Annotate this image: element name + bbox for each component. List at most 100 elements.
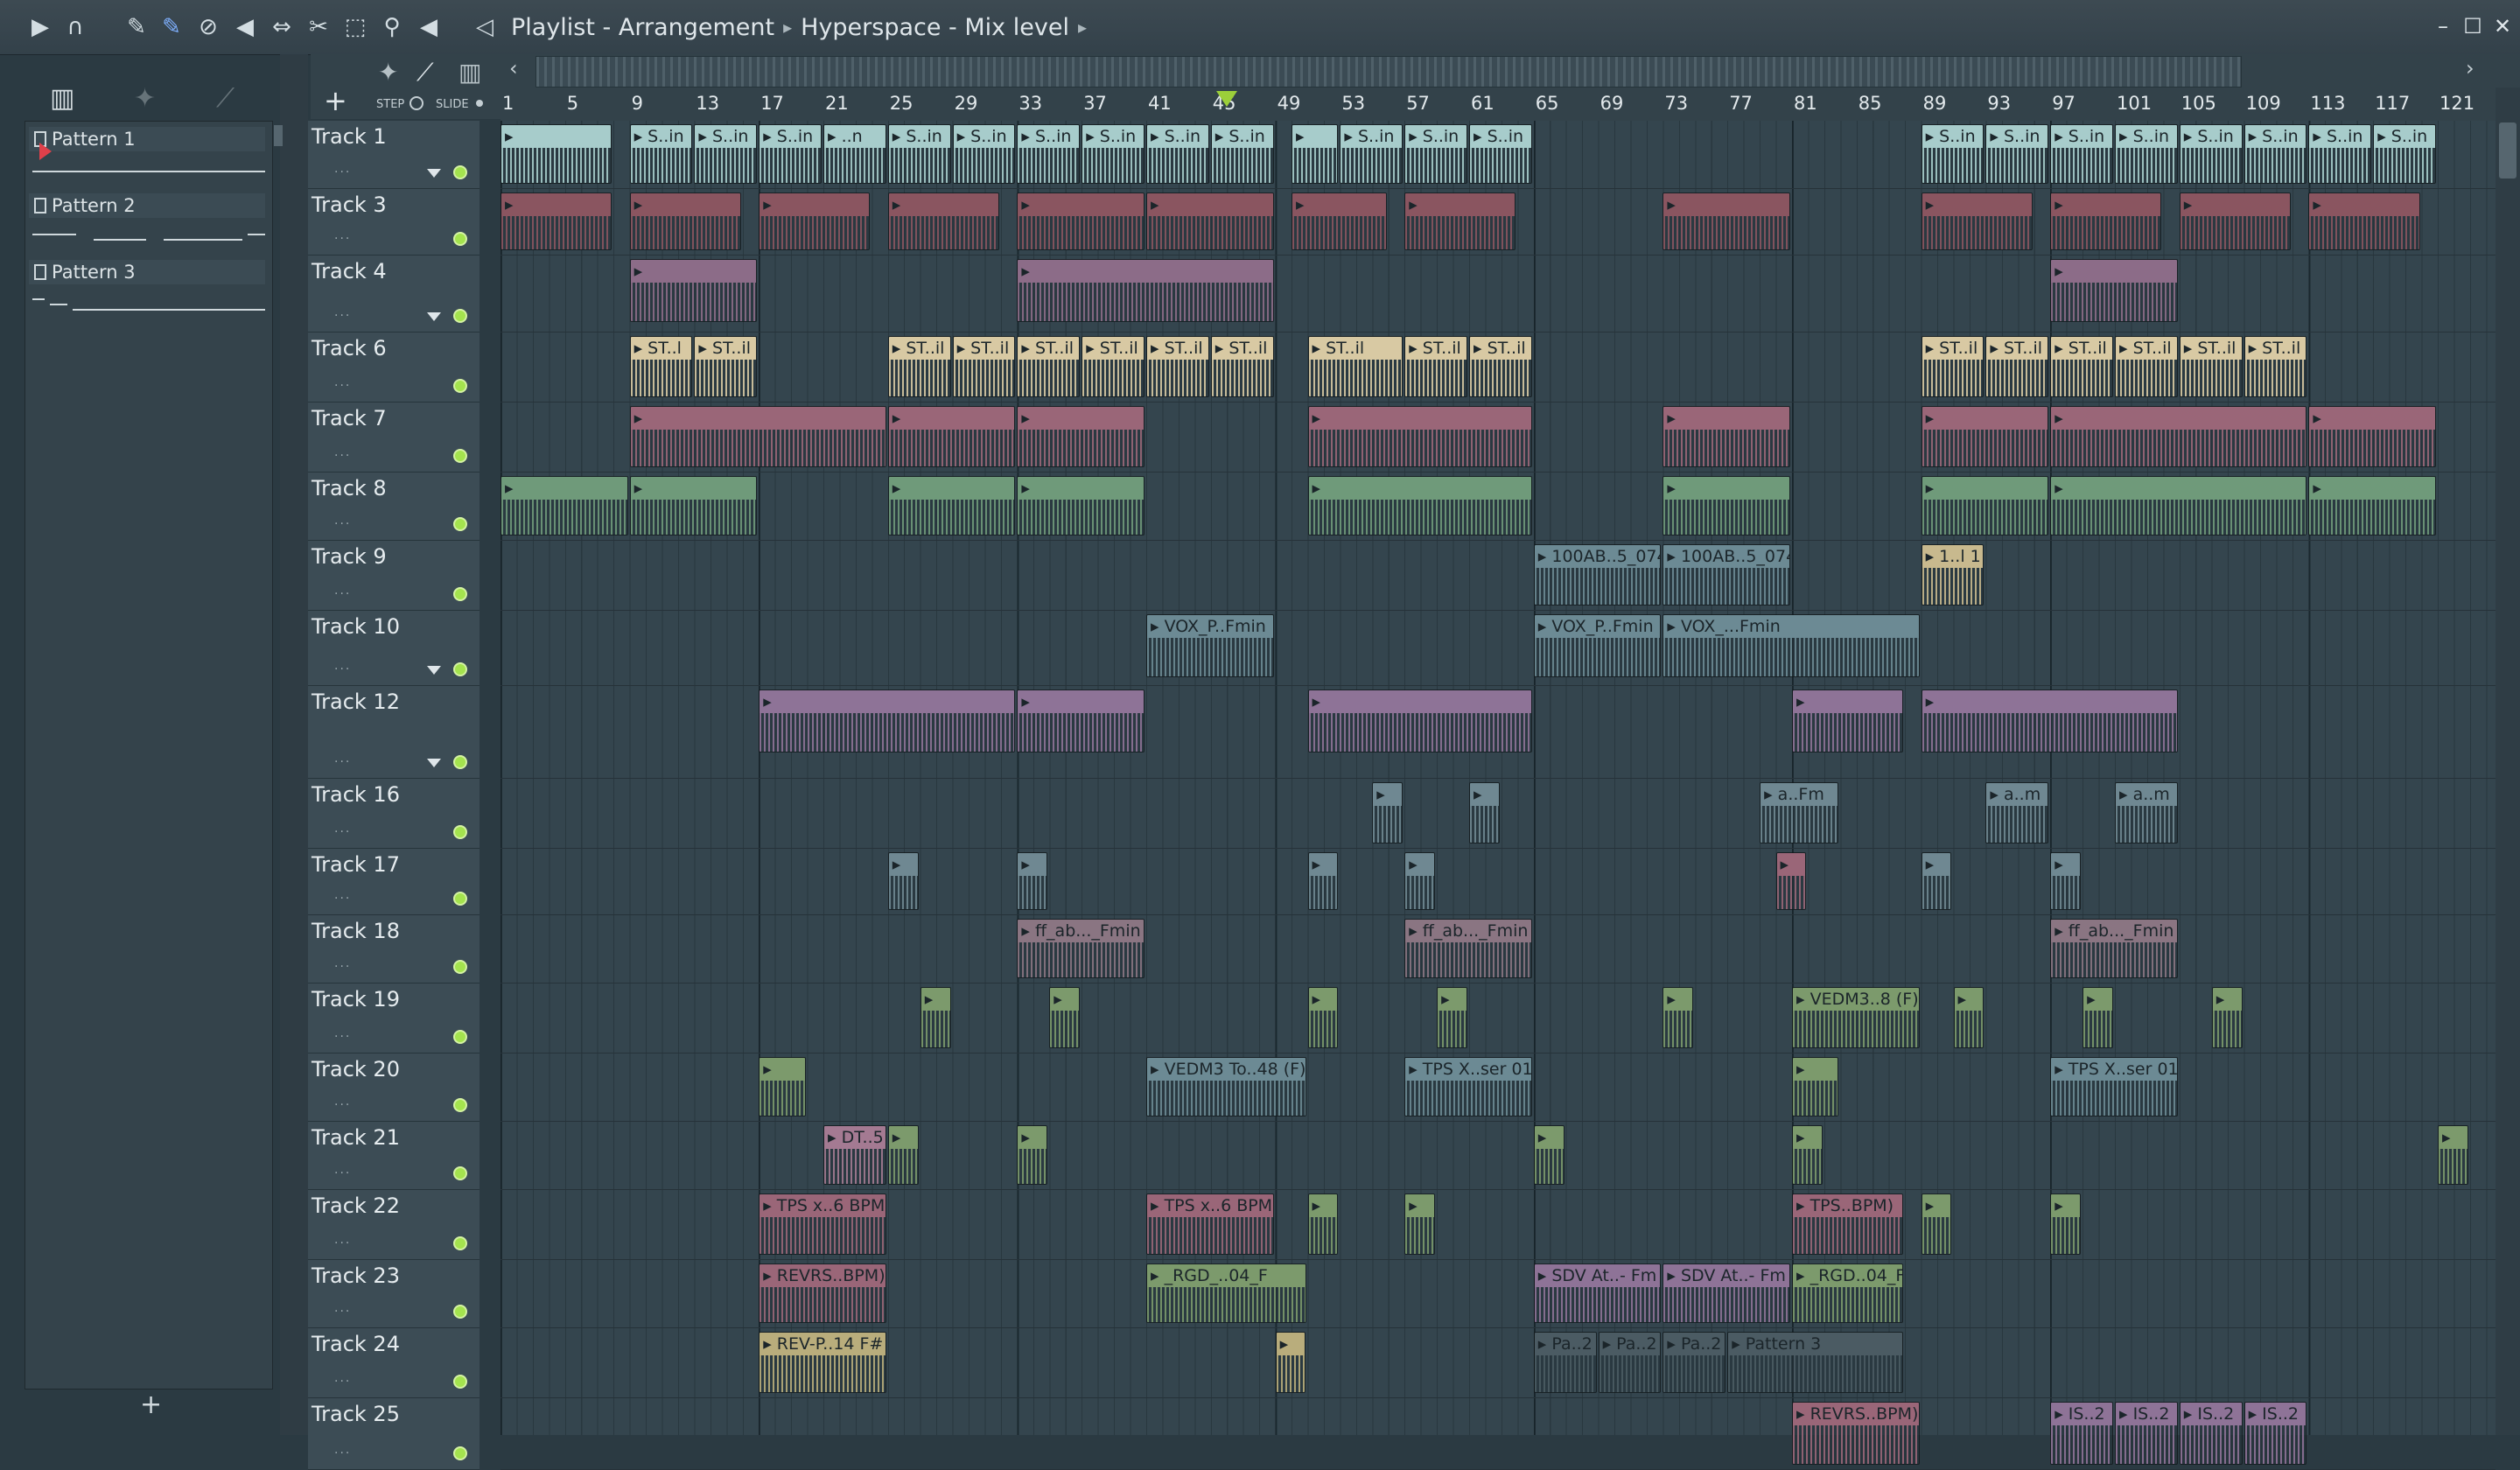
playlist-clip[interactable]: ▸ Pa..2: [1533, 1332, 1597, 1393]
playlist-clip[interactable]: ▸: [629, 192, 741, 250]
playlist-clip[interactable]: ▸: [1017, 192, 1144, 250]
pencil-icon[interactable]: ✎: [121, 10, 152, 44]
playlist-clip[interactable]: ▸: [1307, 987, 1339, 1048]
delete-icon[interactable]: ⊘: [192, 10, 224, 44]
playlist-clip[interactable]: ▸: [1017, 476, 1144, 536]
zoom-icon[interactable]: ⚲: [376, 10, 408, 44]
track-grip[interactable]: ···: [334, 1030, 351, 1044]
playlist-clip[interactable]: ▸ ST..il: [1469, 336, 1532, 397]
track-grip[interactable]: ···: [334, 662, 351, 676]
paint-brush-icon[interactable]: ✎: [156, 10, 187, 44]
track-enable-led[interactable]: [453, 825, 467, 839]
playlist-clip[interactable]: ▸: [2050, 1194, 2082, 1255]
playlist-clip[interactable]: ▸: [1404, 1194, 1436, 1255]
playlist-clip[interactable]: ▸: [2438, 1125, 2468, 1185]
track-dropdown-icon[interactable]: [427, 312, 441, 321]
scroll-right-arrow[interactable]: ›: [2466, 56, 2474, 80]
playlist-clip[interactable]: ▸ IS..2: [2244, 1402, 2307, 1465]
track-enable-led[interactable]: [453, 1166, 467, 1180]
playlist-clip[interactable]: ▸: [500, 192, 612, 250]
playlist-clip[interactable]: ▸: [2050, 476, 2307, 536]
add-pattern-button[interactable]: +: [140, 1390, 162, 1420]
playlist-clip[interactable]: ▸ Pattern 3: [1727, 1332, 1904, 1393]
playlist-clip[interactable]: ▸ VEDM3 To..48 (F): [1146, 1057, 1306, 1116]
playlist-clip[interactable]: ▸ ff_ab..._Fmin: [2050, 919, 2178, 978]
close-icon[interactable]: ✕: [2487, 9, 2518, 44]
track-header[interactable]: Track 16 ···: [308, 779, 480, 849]
playlist-clip[interactable]: ▸: [1404, 852, 1436, 910]
track-header[interactable]: Track 23 ···: [308, 1260, 480, 1328]
playlist-clip[interactable]: ▸: [887, 852, 919, 910]
playlist-clip[interactable]: ▸ S..in: [1082, 124, 1144, 184]
track-enable-led[interactable]: [453, 309, 467, 323]
picker-scrollbar[interactable]: [274, 125, 283, 146]
pattern-item[interactable]: Pattern 3: [25, 260, 270, 326]
playlist-clip[interactable]: ▸ SDV At..- Fm: [1533, 1264, 1662, 1323]
track-header[interactable]: Track 6 ···: [308, 332, 480, 402]
playhead-marker[interactable]: [1216, 91, 1238, 107]
playlist-clip[interactable]: ▸: [629, 259, 758, 322]
playlist-clip[interactable]: ▸: [629, 476, 758, 536]
playlist-clip[interactable]: ▸ S..in: [887, 124, 951, 184]
scroll-left-arrow[interactable]: ‹: [509, 56, 518, 80]
playlist-clip[interactable]: ▸: [1437, 987, 1467, 1048]
track-header[interactable]: Track 17 ···: [308, 849, 480, 915]
track-enable-led[interactable]: [453, 662, 467, 676]
playlist-overview[interactable]: [536, 56, 2242, 88]
track-grip[interactable]: ···: [334, 1375, 351, 1389]
track-header[interactable]: Track 21 ···: [308, 1122, 480, 1190]
playlist-clip[interactable]: ▸: [1017, 852, 1048, 910]
playlist-clip[interactable]: ▸ S..in: [1921, 124, 1984, 184]
track-enable-led[interactable]: [453, 892, 467, 906]
playlist-clip[interactable]: ▸ VOX_P..Fmin: [1146, 614, 1274, 677]
playlist-clip[interactable]: ▸ ST..il: [887, 336, 951, 397]
track-enable-led[interactable]: [453, 960, 467, 974]
playlist-clip[interactable]: ▸: [2082, 987, 2113, 1048]
playlist-clip[interactable]: ▸ S..in: [2373, 124, 2436, 184]
playlist-clip[interactable]: ▸: [1662, 476, 1790, 536]
playlist-clip[interactable]: ▸ VOX_...Fmin: [1662, 614, 1920, 677]
track-grip[interactable]: ···: [334, 1166, 351, 1180]
playlist-clip[interactable]: ▸: [759, 1057, 806, 1116]
track-grip[interactable]: ···: [334, 1236, 351, 1250]
playlist-clip[interactable]: ▸ ST..il: [2050, 336, 2113, 397]
playlist-clip[interactable]: ▸: [1017, 406, 1144, 467]
piano-icon[interactable]: ▥: [50, 83, 74, 114]
playlist-clip[interactable]: ▸: [1921, 476, 2049, 536]
track-enable-led[interactable]: [453, 1236, 467, 1250]
playlist-clip[interactable]: ▸: [1662, 406, 1790, 467]
playlist-clip[interactable]: ▸: [2050, 192, 2162, 250]
maximize-icon[interactable]: ☐: [2457, 9, 2488, 44]
playlist-clip[interactable]: ▸ ST..il: [1307, 336, 1404, 397]
vertical-scroll-thumb[interactable]: [2499, 122, 2516, 178]
track-header[interactable]: Track 1 ···: [308, 121, 480, 189]
track-grip[interactable]: ···: [334, 1305, 351, 1319]
track-grip[interactable]: ···: [334, 449, 351, 463]
playlist-clip[interactable]: ▸ 1..l 1: [1921, 544, 1984, 606]
track-grip[interactable]: ···: [334, 755, 351, 769]
slice-icon[interactable]: ✂: [303, 10, 334, 44]
track-grip[interactable]: ···: [334, 587, 351, 601]
track-header[interactable]: Track 19 ···: [308, 984, 480, 1054]
playlist-clip[interactable]: ▸: [887, 192, 999, 250]
playlist-clip[interactable]: ▸ ST..il: [1404, 336, 1467, 397]
playlist-clip[interactable]: ▸ IS..2: [2050, 1402, 2113, 1465]
playlist-clip[interactable]: ▸: [1921, 852, 1952, 910]
track-dropdown-icon[interactable]: [427, 666, 441, 675]
playlist-clip[interactable]: ▸: [887, 1125, 919, 1185]
playlist-clip[interactable]: ▸ ST..il: [2179, 336, 2243, 397]
playlist-clip[interactable]: ▸ ST..il: [2115, 336, 2178, 397]
playlist-clip[interactable]: ▸: [1953, 987, 1984, 1048]
playlist-clip[interactable]: ▸ _RGD..04_F: [1792, 1264, 1904, 1323]
playlist-clip[interactable]: ▸ S..in: [1404, 124, 1467, 184]
playlist-clip[interactable]: ▸ S..in: [2050, 124, 2113, 184]
playlist-clip[interactable]: ▸: [887, 406, 1016, 467]
playlist-clip[interactable]: ▸ ST..il: [1146, 336, 1209, 397]
playlist-clip[interactable]: ▸ TPS x..6 BPM): [759, 1194, 886, 1255]
playlist-clip[interactable]: ▸ S..in: [2115, 124, 2178, 184]
track-header[interactable]: Track 25 ···: [308, 1398, 480, 1470]
playlist-clip[interactable]: ▸: [2308, 476, 2436, 536]
arrangement-name[interactable]: Hyperspace - Mix level: [801, 14, 1069, 41]
playlist-clip[interactable]: ▸: [2179, 192, 2291, 250]
magnet-icon[interactable]: ∩: [60, 10, 91, 44]
